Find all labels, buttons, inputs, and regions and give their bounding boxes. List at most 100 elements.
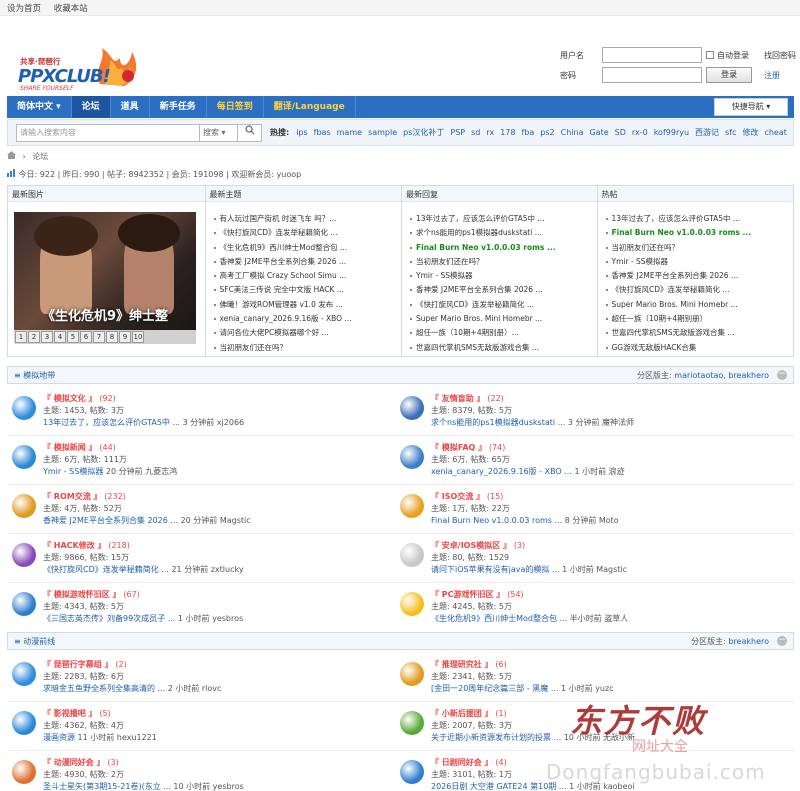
list-item[interactable]: 世嘉四代掌机SMS无敌版游戏合集 ... xyxy=(410,341,597,355)
forum-item[interactable]: 『 模拟文化 』 (92) 主题: 1453, 帖数: 3万 13年过去了，应该怎么… xyxy=(7,388,387,434)
forum-title[interactable]: 『 影视播吧 』 xyxy=(43,709,97,718)
last-post-title[interactable]: xenia_canary_2026.9.16版 - XBO ... xyxy=(431,467,572,476)
forum-item[interactable]: 『 动漫同好会 』 (3) 主题: 4930, 帖数: 2万 圣斗士星矢(第3期15… xyxy=(7,752,387,791)
slide-page-button[interactable]: 10 xyxy=(132,331,144,343)
list-item[interactable]: Ymir - SS模拟器 xyxy=(410,269,597,283)
forum-last-post[interactable]: Final Burn Neo v1.0.0.03 roms ... 8 分钟前 … xyxy=(431,515,619,526)
nav-translate[interactable]: 翻译/Language xyxy=(264,96,356,118)
forum-name[interactable]: 『 安卓/IOS模拟区 』 (3) xyxy=(431,540,525,551)
forum-last-post[interactable]: 香神爱 J2ME平台全系列合集 2026 ... 20 分钟前 Magstic xyxy=(43,515,251,526)
list-item[interactable]: Final Burn Neo v1.0.0.03 roms ... xyxy=(410,241,597,255)
search-input[interactable]: 请输入搜索内容 xyxy=(16,123,200,142)
nav-language[interactable]: 简体中文 ▾ xyxy=(7,96,72,118)
hot-keyword[interactable]: fbas xyxy=(314,128,331,137)
last-post-title[interactable]: 请问下iOS苹果有没有java的模拟 ... xyxy=(431,565,560,574)
slideshow-image[interactable]: 《生化危机9》绅士整 1 2 3 4 5 6 7 8 9 10 xyxy=(14,212,196,344)
nav-checkin[interactable]: 每日签到 xyxy=(207,96,264,118)
hot-keyword[interactable]: 西游记 xyxy=(695,128,719,137)
search-button[interactable] xyxy=(238,123,262,142)
forum-title[interactable]: 『 HACK修改 』 xyxy=(43,541,106,550)
list-item[interactable]: 当初朋友们还在吗？ xyxy=(605,241,794,255)
slide-page-button[interactable]: 8 xyxy=(106,331,118,343)
forum-item[interactable]: 『 模拟FAQ 』 (74) 主题: 6万, 帖数: 65万 xenia_canar… xyxy=(395,437,775,483)
forum-name[interactable]: 『 推理研究社 』 (6) xyxy=(431,659,507,670)
hot-keyword[interactable]: sample xyxy=(368,128,397,137)
list-item[interactable]: 香神爱 J2ME平台全系列合集 2026 ... xyxy=(410,283,597,297)
list-item[interactable]: 当初朋友们还在吗？ xyxy=(410,255,597,269)
site-logo[interactable]: 共享·琵琶行 PPXCLUB! SHARE YOURSELF xyxy=(16,40,142,96)
forum-name[interactable]: 『 ISO交流 』 (15) xyxy=(431,491,503,502)
slide-page-button[interactable]: 2 xyxy=(28,331,40,343)
slide-page-button[interactable]: 3 xyxy=(41,331,53,343)
nav-forum[interactable]: 论坛 xyxy=(71,96,111,118)
forum-last-post[interactable]: Ymir - SS模拟器 20 分钟前 九菱志鸿 xyxy=(43,466,177,477)
forum-title[interactable]: 『 PC游戏怀旧区 』 xyxy=(431,590,504,599)
last-post-title[interactable]: 《生化危机9》西川绅士Mod整合包 ... xyxy=(431,614,567,623)
forum-name[interactable]: 『 模拟新闻 』 (44) xyxy=(43,442,116,453)
list-item[interactable]: 13年过去了，应该怎么评价GTA5中 ... xyxy=(605,212,794,226)
list-item[interactable]: 求个ns能用的ps1模拟器duskstati ... xyxy=(410,226,597,240)
hot-keyword[interactable]: ps2 xyxy=(540,128,554,137)
forum-item[interactable]: 『 友情盲助 』 (22) 主题: 8379, 帖数: 5万 求个ns能用的ps1模… xyxy=(395,388,775,434)
list-item[interactable]: 《生化危机9》西川绅士Mod整合包 ... xyxy=(213,241,402,255)
list-item[interactable]: 超任一族（10期+4期别册） xyxy=(605,312,794,326)
forum-last-post[interactable]: 请问下iOS苹果有没有java的模拟 ... 1 小时前 Magstic xyxy=(431,564,627,575)
hot-keyword[interactable]: rx-0 xyxy=(632,128,648,137)
last-post-title[interactable]: 漫画资源 xyxy=(43,733,75,742)
forum-name[interactable]: 『 日剧同好会 』 (4) xyxy=(431,757,507,768)
forum-last-post[interactable]: 求暗金五鱼野全系列全集高清的 ... 2 小时前 rlovc xyxy=(43,683,221,694)
section-title[interactable]: 模拟地带 xyxy=(23,371,55,380)
hot-keyword[interactable]: PSP xyxy=(450,128,465,137)
slide-page-button[interactable]: 9 xyxy=(119,331,131,343)
list-item[interactable]: 超任一族（10期+4期别册）... xyxy=(410,326,597,340)
forum-title[interactable]: 『 推理研究社 』 xyxy=(431,660,493,669)
forum-title[interactable]: 『 模拟游戏怀旧区 』 xyxy=(43,590,121,599)
forum-title[interactable]: 『 ISO交流 』 xyxy=(431,492,484,501)
forum-title[interactable]: 『 日剧同好会 』 xyxy=(431,758,493,767)
hot-keyword[interactable]: ps汉化补丁 xyxy=(403,128,444,137)
forum-name[interactable]: 『 模拟FAQ 』 (74) xyxy=(431,442,505,453)
slide-page-button[interactable]: 7 xyxy=(93,331,105,343)
forum-name[interactable]: 『 小新后援团 』 (1) xyxy=(431,708,507,719)
quick-nav-button[interactable]: 快捷导航 ▾ xyxy=(714,98,788,116)
forum-title[interactable]: 『 琵琶行字幕组 』 xyxy=(43,660,113,669)
forum-item[interactable]: 『 琵琶行字幕组 』 (2) 主题: 2283, 帖数: 6万 求暗金五鱼野全系列全… xyxy=(7,654,387,700)
hot-keyword[interactable]: rx xyxy=(486,128,494,137)
moderator-names[interactable]: breakhero xyxy=(728,637,769,646)
forum-last-post[interactable]: 《快打旋风CD》连发举秘籍简化 ... 21 分钟前 zxtlucky xyxy=(43,564,244,575)
hot-keyword[interactable]: SD xyxy=(615,128,626,137)
last-post-title[interactable]: 香神爱 J2ME平台全系列合集 2026 ... xyxy=(43,516,178,525)
section-toggle-icon[interactable]: ≡ xyxy=(14,637,23,646)
forum-item[interactable]: 『 模拟游戏怀旧区 』 (67) 主题: 4343, 帖数: 5万 《三国志英杰传》… xyxy=(7,584,387,630)
retrieve-password-link[interactable]: 找回密码 xyxy=(764,50,796,61)
forum-item[interactable]: 『 影视播吧 』 (5) 主题: 4362, 帖数: 4万 漫画资源 11 小时前 … xyxy=(7,703,387,749)
breadcrumb-forum[interactable]: 论坛 xyxy=(32,152,48,161)
hot-keyword[interactable]: sd xyxy=(471,128,480,137)
list-item[interactable]: 高考工厂模拟 Crazy School Simu ... xyxy=(213,269,402,283)
forum-last-post[interactable]: xenia_canary_2026.9.16版 - XBO ... 1 小时前 … xyxy=(431,466,625,477)
forum-title[interactable]: 『 动漫同好会 』 xyxy=(43,758,105,767)
set-home-link[interactable]: 设为首页 xyxy=(7,4,41,14)
bookmark-link[interactable]: 收藏本站 xyxy=(54,4,88,14)
moderator-names[interactable]: mariotaotao, breakhero xyxy=(674,371,769,380)
forum-last-post[interactable]: 13年过去了，应该怎么评价GTA5中 ... 3 分钟前 xj2066 xyxy=(43,417,244,428)
list-item[interactable]: 世嘉四代掌机SMS无敌版游戏合集 ... xyxy=(605,326,794,340)
forum-item[interactable]: 『 PC游戏怀旧区 』 (54) 主题: 4245, 帖数: 5万 《生化危机9》西… xyxy=(395,584,775,630)
list-item[interactable]: 13年过去了，应该怎么评价GTA5中 ... xyxy=(410,212,597,226)
slide-page-button[interactable]: 4 xyxy=(54,331,66,343)
hot-keyword[interactable]: kof99ryu xyxy=(654,128,689,137)
forum-last-post[interactable]: 圣斗士星矢(第3期15-21卷)(东立 ... 10 小时前 yesbros xyxy=(43,781,244,791)
forum-title[interactable]: 『 模拟文化 』 xyxy=(43,394,97,403)
last-post-title[interactable]: 圣斗士星矢(第3期15-21卷)(东立 ... xyxy=(43,782,171,791)
forum-name[interactable]: 『 动漫同好会 』 (3) xyxy=(43,757,119,768)
forum-name[interactable]: 『 琵琶行字幕组 』 (2) xyxy=(43,659,127,670)
list-item[interactable]: 香神爱 J2ME平台全系列合集 2026 ... xyxy=(605,269,794,283)
slide-page-button[interactable]: 1 xyxy=(15,331,27,343)
username-input[interactable] xyxy=(602,47,702,63)
search-type-select[interactable]: 搜索 ▾ xyxy=(200,123,238,142)
password-input[interactable] xyxy=(602,67,702,83)
forum-name[interactable]: 『 模拟游戏怀旧区 』 (67) xyxy=(43,589,140,600)
list-item[interactable]: Ymir - SS模拟器 xyxy=(605,255,794,269)
hot-keyword[interactable]: China xyxy=(561,128,584,137)
collapse-icon[interactable]: − xyxy=(777,636,787,646)
